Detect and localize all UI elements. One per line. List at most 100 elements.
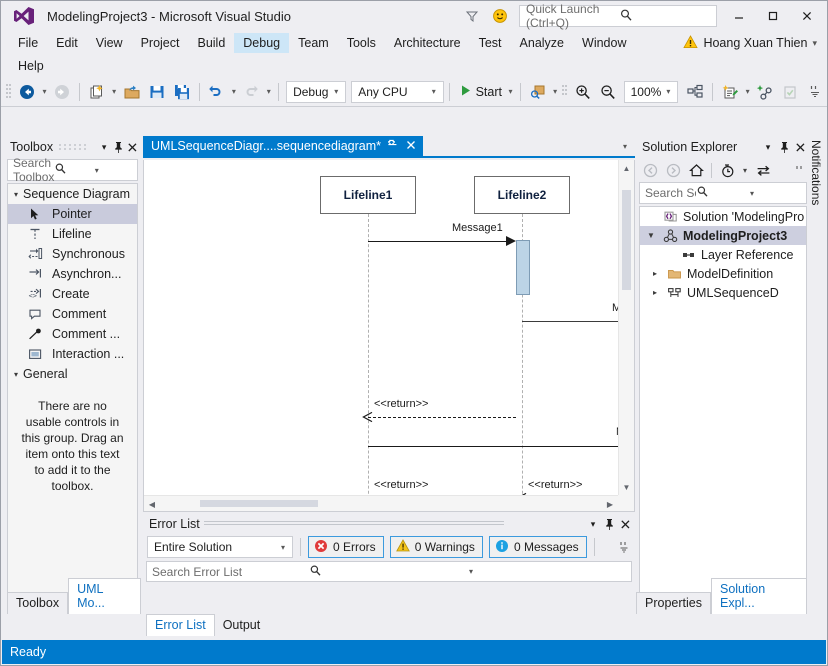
toolbox-menu-caret-icon[interactable]: ▾: [97, 138, 111, 156]
canvas-horizontal-scrollbar[interactable]: ◀ ▶: [144, 495, 618, 511]
horizontal-scroll-thumb[interactable]: [200, 500, 318, 507]
return-label-3[interactable]: <<return>>: [374, 479, 428, 491]
find-options-caret-icon[interactable]: ▾: [551, 80, 560, 104]
tree-item-uml-sequence-diagram[interactable]: ▸ UMLSequenceD: [640, 283, 806, 302]
zoom-level-select[interactable]: 100% ▾: [624, 81, 679, 103]
dock-tab-toolbox[interactable]: Toolbox: [7, 592, 68, 614]
start-caret-icon[interactable]: ▾: [506, 80, 515, 104]
error-list-search-caret-icon[interactable]: ▾: [466, 567, 629, 576]
save-icon[interactable]: [145, 80, 169, 104]
open-file-icon[interactable]: [120, 80, 144, 104]
menu-tools[interactable]: Tools: [338, 33, 385, 53]
scroll-up-button[interactable]: ▲: [619, 160, 634, 176]
solution-platform-select[interactable]: Any CPU ▾: [351, 81, 444, 103]
panel-overflow-icon[interactable]: [617, 539, 631, 555]
pending-changes-caret-icon[interactable]: ▾: [739, 160, 751, 180]
undo-caret-icon[interactable]: ▾: [229, 80, 238, 104]
message-line-2[interactable]: [522, 321, 618, 322]
toolbar-overflow-icon[interactable]: [803, 80, 827, 104]
navigate-back-caret-icon[interactable]: ▾: [40, 80, 49, 104]
tab-pin-icon[interactable]: [387, 139, 398, 154]
dock-tab-solution-explorer[interactable]: Solution Expl...: [711, 578, 807, 614]
warnings-filter-button[interactable]: 0 Warnings: [390, 536, 483, 558]
tree-item-layer-reference[interactable]: Layer Reference: [640, 245, 806, 264]
return-line-1[interactable]: [368, 417, 516, 418]
document-tab-overflow-caret-icon[interactable]: ▾: [615, 136, 635, 156]
vertical-scroll-thumb[interactable]: [622, 190, 631, 290]
toolbar-grip[interactable]: [561, 83, 568, 101]
solution-explorer-search-caret-icon[interactable]: ▾: [747, 189, 804, 198]
toolbar-grip[interactable]: [5, 83, 12, 101]
diagram-surface[interactable]: Lifeline1 Lifeline2 Lifeline3 Message1: [144, 160, 618, 495]
message-line-1[interactable]: [368, 241, 508, 242]
tree-expander[interactable]: ▸: [648, 269, 662, 278]
error-list-search-input[interactable]: Search Error List ▾: [146, 561, 632, 582]
toolbox-item-asynchronous[interactable]: Asynchron...: [8, 264, 137, 284]
toolbox-item-interaction-use[interactable]: Interaction ...: [8, 344, 137, 364]
solution-explorer-menu-caret-icon[interactable]: ▾: [760, 138, 776, 156]
tree-item-model-definition[interactable]: ▸ ModelDefinition: [640, 264, 806, 283]
scroll-down-button[interactable]: ▼: [619, 479, 634, 495]
error-list-menu-caret-icon[interactable]: ▾: [585, 515, 601, 533]
sync-with-active-document-icon[interactable]: [752, 160, 774, 180]
toolbox-item-create[interactable]: <> Create: [8, 284, 137, 304]
solution-explorer-close-icon[interactable]: [792, 138, 808, 156]
dock-tab-error-list[interactable]: Error List: [146, 614, 215, 636]
tree-expander[interactable]: ▸: [648, 288, 662, 297]
filter-icon[interactable]: [459, 4, 485, 28]
errors-filter-button[interactable]: 0 Errors: [308, 536, 384, 558]
navigate-back-icon[interactable]: [15, 80, 39, 104]
canvas-vertical-scrollbar[interactable]: ▲ ▼: [618, 160, 634, 495]
toolbox-drag-handle[interactable]: [57, 140, 93, 154]
menu-build[interactable]: Build: [188, 33, 234, 53]
lifeline-box-1[interactable]: Lifeline1: [320, 176, 416, 214]
toolbox-close-icon[interactable]: [125, 138, 139, 156]
new-project-caret-icon[interactable]: ▾: [110, 80, 119, 104]
return-label-2[interactable]: <<return>>: [528, 479, 582, 491]
message-line-3[interactable]: [368, 446, 618, 447]
account-menu[interactable]: Hoang Xuan Thien ▾: [683, 35, 827, 52]
tab-close-icon[interactable]: [404, 139, 418, 153]
menu-window[interactable]: Window: [573, 33, 635, 53]
menu-file[interactable]: File: [9, 33, 47, 53]
menu-project[interactable]: Project: [132, 33, 189, 53]
new-diagram-caret-icon[interactable]: ▾: [743, 80, 752, 104]
layout-icon[interactable]: [683, 80, 707, 104]
diagram-canvas[interactable]: Lifeline1 Lifeline2 Lifeline3 Message1: [143, 160, 635, 512]
message-label-1[interactable]: Message1: [452, 222, 503, 234]
messages-filter-button[interactable]: 0 Messages: [489, 536, 587, 558]
activation-bar-1[interactable]: [516, 240, 530, 295]
panel-overflow-icon[interactable]: [793, 160, 807, 180]
menu-test[interactable]: Test: [470, 33, 511, 53]
toolbox-item-synchronous[interactable]: Synchronous: [8, 244, 137, 264]
error-list-drag-handle[interactable]: [204, 517, 581, 531]
zoom-in-icon[interactable]: [571, 80, 595, 104]
find-in-files-icon[interactable]: [526, 80, 550, 104]
error-list-close-icon[interactable]: [617, 515, 633, 533]
pending-changes-icon[interactable]: [716, 160, 738, 180]
minimize-button[interactable]: [723, 3, 755, 29]
close-button[interactable]: [791, 3, 823, 29]
return-label-1[interactable]: <<return>>: [374, 398, 428, 410]
menu-analyze[interactable]: Analyze: [511, 33, 573, 53]
toolbox-item-lifeline[interactable]: Lifeline: [8, 224, 137, 244]
menu-debug[interactable]: Debug: [234, 33, 289, 53]
dock-tab-output[interactable]: Output: [215, 615, 269, 636]
zoom-out-icon[interactable]: [596, 80, 620, 104]
toolbox-pin-icon[interactable]: [111, 138, 125, 156]
maximize-button[interactable]: [757, 3, 789, 29]
toolbox-item-comment[interactable]: Comment: [8, 304, 137, 324]
solution-explorer-drag-handle[interactable]: [741, 140, 756, 154]
toolbox-group-general[interactable]: ▾ General: [8, 364, 137, 384]
toolbox-item-comment-link[interactable]: Comment ...: [8, 324, 137, 344]
toolbox-search-caret-icon[interactable]: ▾: [93, 166, 135, 175]
dock-tab-uml-model-explorer[interactable]: UML Mo...: [68, 578, 141, 614]
dock-tab-properties[interactable]: Properties: [636, 592, 711, 614]
toolbox-search-input[interactable]: Search Toolbox ▾: [7, 159, 138, 181]
start-debug-button[interactable]: Start: [455, 80, 505, 104]
solution-explorer-pin-icon[interactable]: [776, 138, 792, 156]
lifeline-box-2[interactable]: Lifeline2: [474, 176, 570, 214]
tree-item-solution[interactable]: Solution 'ModelingPro: [640, 207, 806, 226]
solution-explorer-search-input[interactable]: Search Solution Explo ▾: [639, 182, 807, 204]
menu-help[interactable]: Help: [9, 56, 53, 76]
